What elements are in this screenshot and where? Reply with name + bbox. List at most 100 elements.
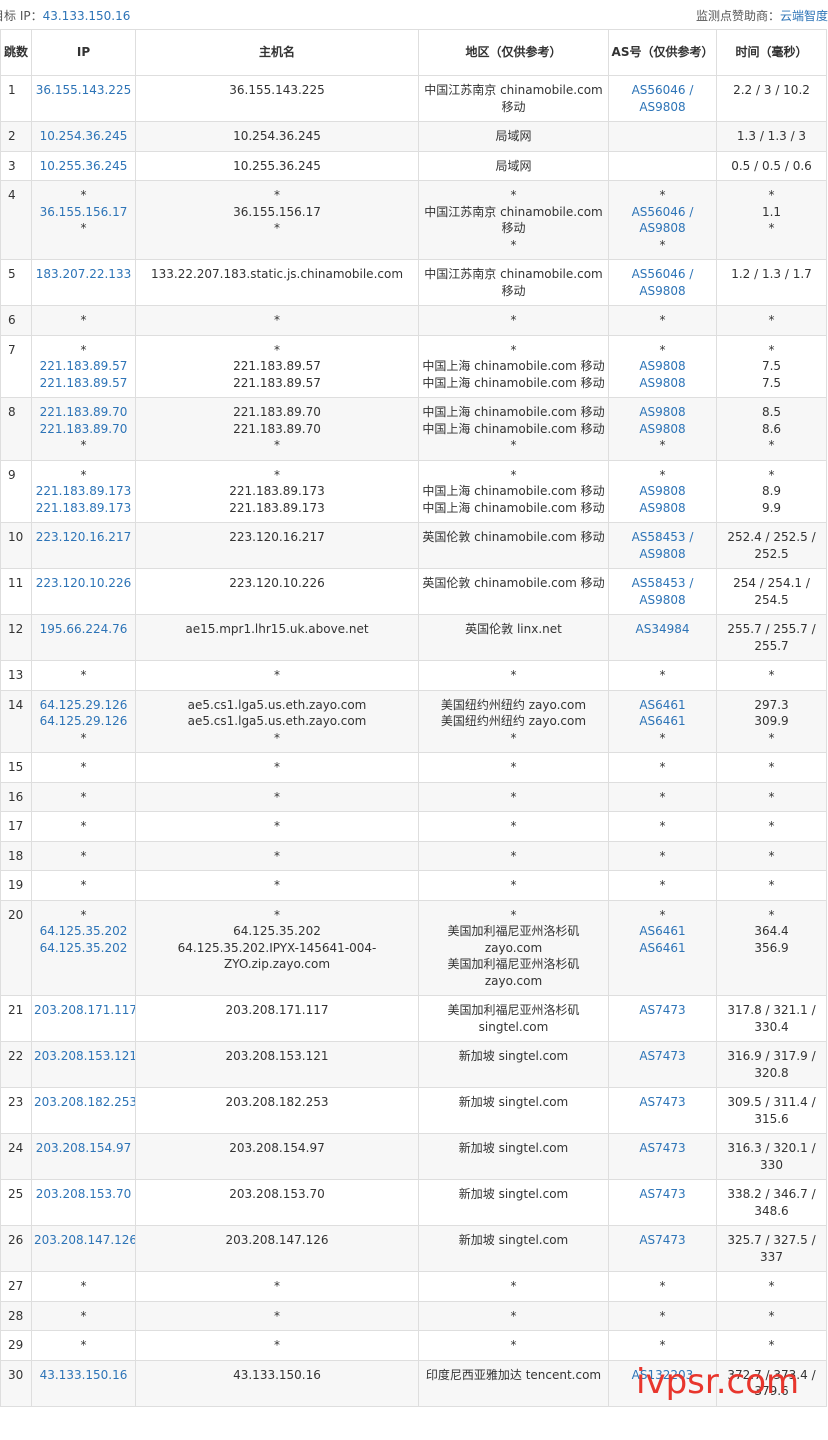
- as-link[interactable]: AS9808: [611, 546, 714, 563]
- ip-link[interactable]: 221.183.89.57: [34, 375, 133, 392]
- hostname-text: 221.183.89.173: [229, 484, 325, 498]
- ip-link[interactable]: 10.254.36.245: [34, 128, 133, 145]
- as-link[interactable]: AS7473: [611, 1002, 714, 1019]
- region-cell: * 中国江苏南京 chinamobile.com 移动 *: [418, 180, 609, 260]
- hop-cell: 3: [0, 150, 32, 181]
- ip-link[interactable]: 195.66.224.76: [34, 621, 133, 638]
- as-link[interactable]: AS9808: [611, 500, 714, 517]
- region-text: 美国纽约州纽约 zayo.com: [440, 714, 587, 728]
- ip-link[interactable]: 203.208.153.70: [34, 1186, 133, 1203]
- as-link[interactable]: AS6461: [611, 713, 714, 730]
- region-cell: 英国伦敦 chinamobile.com 移动: [418, 568, 609, 615]
- ip-link[interactable]: 221.183.89.70: [34, 421, 133, 438]
- time-cell: * 8.9 9.9: [716, 459, 827, 523]
- time-cell: 1.2 / 1.3 / 1.7: [716, 259, 827, 306]
- time-cell: *: [716, 1300, 827, 1331]
- as-text: *: [659, 188, 666, 202]
- as-link[interactable]: AS6461: [611, 697, 714, 714]
- ip-link[interactable]: 203.208.171.117: [34, 1002, 135, 1019]
- as-link[interactable]: AS9808: [611, 483, 714, 500]
- ip-link[interactable]: 223.120.10.226: [34, 575, 133, 592]
- as-link[interactable]: AS9808: [611, 375, 714, 392]
- hostname-cell: 223.120.16.217: [135, 522, 419, 569]
- target-ip-link[interactable]: 43.133.150.16: [43, 9, 131, 23]
- ip-link[interactable]: 203.208.182.253: [34, 1094, 135, 1111]
- hostname-text: *: [274, 907, 280, 922]
- as-link[interactable]: AS7473: [611, 1048, 714, 1065]
- as-link[interactable]: AS56046 /: [611, 204, 714, 221]
- time-text: 338.2 / 346.7 /: [727, 1187, 816, 1201]
- ip-link[interactable]: 36.155.143.225: [34, 82, 133, 99]
- region-cell: *: [418, 811, 609, 842]
- hostname-cell: *: [135, 1271, 419, 1302]
- time-text: 1.2 / 1.3 / 1.7: [731, 267, 812, 281]
- region-text: 美国纽约州纽约 zayo.com: [440, 697, 587, 712]
- table-row: 27 * * * * *: [0, 1271, 827, 1302]
- ip-cell: *: [31, 870, 136, 901]
- ip-link[interactable]: 36.155.156.17: [34, 204, 133, 221]
- hop-cell: 2: [0, 121, 32, 152]
- region-cell: *: [418, 305, 609, 336]
- hostname-cell: * 221.183.89.57 221.183.89.57: [135, 334, 419, 398]
- ip-link[interactable]: 64.125.35.202: [34, 923, 133, 940]
- region-cell: 中国上海 chinamobile.com 移动 中国上海 chinamobile.…: [418, 397, 609, 461]
- hostname-cell: 133.22.207.183.static.js.chinamobile.com: [135, 259, 419, 306]
- ip-link[interactable]: 221.183.89.173: [34, 483, 133, 500]
- header-hostname: 主机名: [135, 29, 419, 76]
- as-link[interactable]: AS58453 /: [611, 529, 714, 546]
- as-link[interactable]: AS9808: [611, 220, 714, 237]
- ip-link[interactable]: 203.208.153.121: [34, 1048, 135, 1065]
- ip-link[interactable]: 221.183.89.57: [34, 358, 133, 375]
- hop-cell: 26: [0, 1225, 32, 1272]
- ip-cell: * 36.155.156.17 *: [31, 180, 136, 260]
- as-link[interactable]: AS9808: [611, 421, 714, 438]
- as-link[interactable]: AS56046 /: [611, 266, 714, 283]
- ip-link[interactable]: 43.133.150.16: [34, 1367, 133, 1384]
- as-link[interactable]: AS7473: [611, 1186, 714, 1203]
- as-link[interactable]: AS7473: [611, 1140, 714, 1157]
- as-link[interactable]: AS7473: [611, 1094, 714, 1111]
- as-cell: AS6461 AS6461 *: [608, 689, 717, 753]
- as-link[interactable]: AS9808: [611, 592, 714, 609]
- ip-link[interactable]: 221.183.89.173: [34, 500, 133, 517]
- region-cell: * 中国上海 chinamobile.com 移动 中国上海 chinamobile…: [418, 334, 609, 398]
- hostname-text: *: [274, 668, 280, 682]
- time-text: 356.9: [754, 940, 789, 955]
- ip-link[interactable]: 64.125.29.126: [34, 713, 133, 730]
- as-link[interactable]: AS34984: [611, 621, 714, 638]
- ip-link[interactable]: 203.208.154.97: [34, 1140, 133, 1157]
- as-link[interactable]: AS56046 /: [611, 82, 714, 99]
- ip-link[interactable]: 221.183.89.70: [34, 404, 133, 421]
- as-link[interactable]: AS9808: [611, 99, 714, 116]
- as-link[interactable]: AS6461: [611, 923, 714, 940]
- as-text: *: [659, 760, 666, 774]
- as-link[interactable]: AS58453 /: [611, 575, 714, 592]
- ip-link[interactable]: 203.208.147.126: [34, 1232, 135, 1249]
- as-link[interactable]: AS9808: [611, 283, 714, 300]
- table-row: 11 223.120.10.226 223.120.10.226 英国伦敦 china…: [0, 568, 827, 615]
- hostname-cell: *: [135, 1300, 419, 1331]
- time-cell: 325.7 / 327.5 / 337: [716, 1225, 827, 1272]
- ip-link[interactable]: 64.125.29.126: [34, 697, 133, 714]
- header-time: 时间（毫秒）: [716, 29, 827, 76]
- sponsor-link[interactable]: 云端智度: [780, 9, 828, 23]
- table-row: 2 10.254.36.245 10.254.36.245 局域网 1.3 / 1.3 …: [0, 121, 827, 152]
- table-row: 14 64.125.29.126 64.125.29.126 * ae5.cs1.lga…: [0, 689, 827, 753]
- region-cell: *: [418, 840, 609, 871]
- ip-link[interactable]: 10.255.36.245: [34, 158, 133, 175]
- ip-link[interactable]: 64.125.35.202: [34, 940, 133, 957]
- time-text: *: [768, 819, 775, 833]
- ip-link[interactable]: 223.120.16.217: [34, 529, 133, 546]
- as-link[interactable]: AS9808: [611, 358, 714, 375]
- time-text: 316.9 / 317.9 /: [727, 1049, 816, 1063]
- region-cell: *: [418, 1300, 609, 1331]
- ip-link[interactable]: 183.207.22.133: [34, 266, 133, 283]
- hop-cell: 16: [0, 781, 32, 812]
- time-cell: *: [716, 752, 827, 783]
- ip-cell: *: [31, 1330, 136, 1361]
- as-link[interactable]: AS9808: [611, 404, 714, 421]
- hop-cell: 25: [0, 1179, 32, 1226]
- hostname-text: 221.183.89.57: [233, 375, 321, 390]
- as-link[interactable]: AS7473: [611, 1232, 714, 1249]
- as-link[interactable]: AS6461: [611, 940, 714, 957]
